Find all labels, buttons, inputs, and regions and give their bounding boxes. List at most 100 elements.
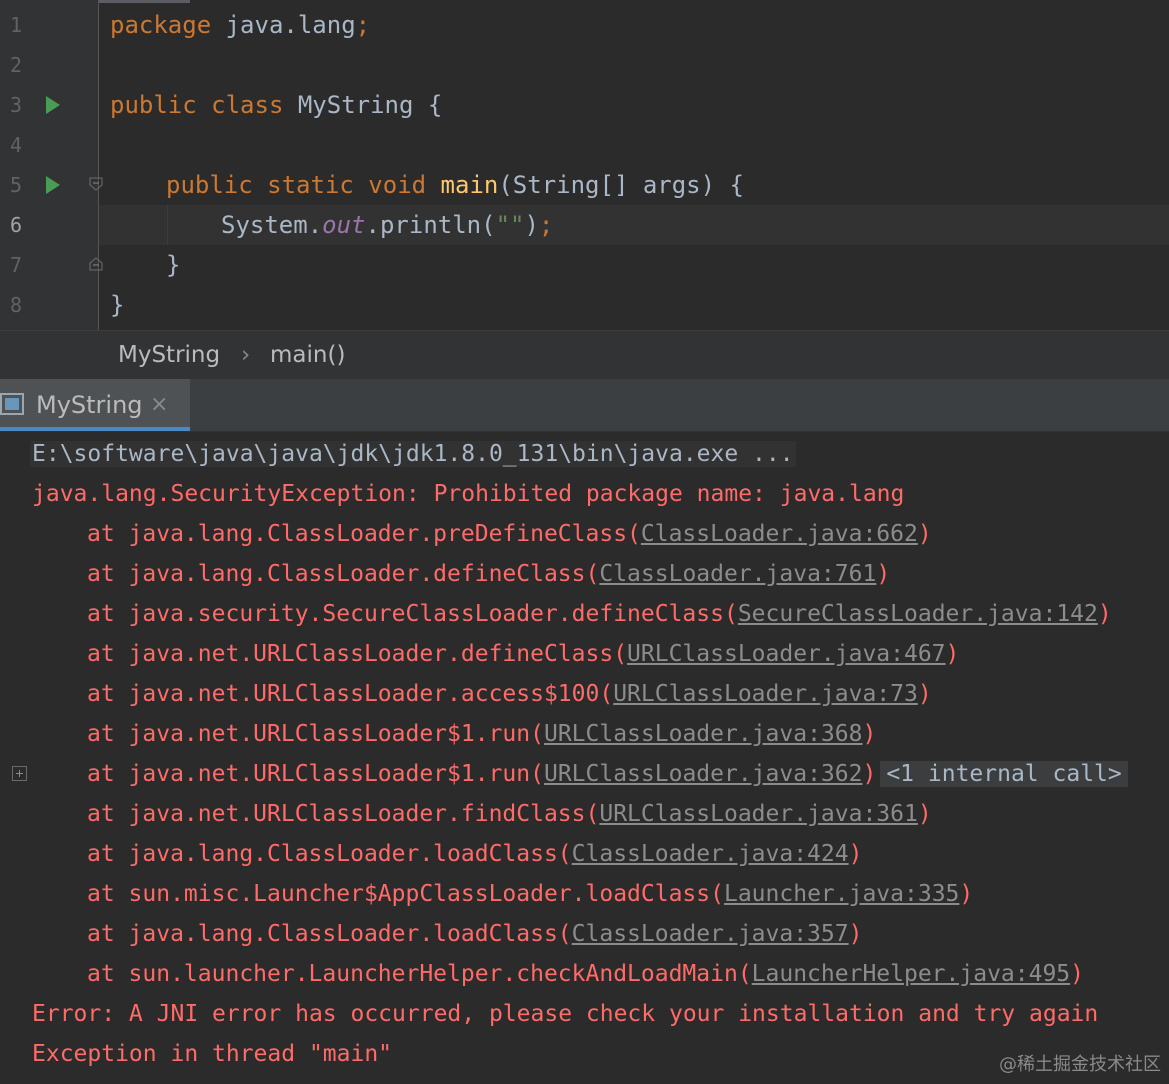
gutter-line: 4 [0,125,98,165]
semicolon: ; [355,11,371,39]
run-main-icon[interactable] [46,176,60,194]
gutter-line: 2 [0,45,98,85]
stack-frame: at sun.launcher.LauncherHelper.checkAndL… [87,954,1084,994]
fold-end-icon[interactable] [89,257,103,271]
line-number: 5 [10,173,23,197]
source-link[interactable]: URLClassLoader.java:368 [544,721,863,747]
stack-frame: at java.security.SecureClassLoader.defin… [87,594,1112,634]
source-link[interactable]: ClassLoader.java:662 [641,521,918,547]
stack-frame: at java.net.URLClassLoader.access$100(UR… [87,674,932,714]
command-line: E:\software\java\java\jdk\jdk1.8.0_131\b… [30,434,796,474]
method-name: main [440,171,499,199]
source-link[interactable]: URLClassLoader.java:361 [599,801,918,827]
source-link[interactable]: ClassLoader.java:357 [572,921,849,947]
stack-frame: at java.lang.ClassLoader.preDefineClass(… [87,514,932,554]
code-text: } [110,291,125,319]
code-line-6[interactable]: System.out.println(""); [221,205,553,245]
frame-text: at sun.misc.Launcher$AppClassLoader.load… [87,881,724,907]
stack-frame: at java.lang.ClassLoader.loadClass(Class… [87,914,862,954]
source-link[interactable]: URLClassLoader.java:73 [613,681,918,707]
stack-frame: at java.net.URLClassLoader.findClass(URL… [87,794,932,834]
keyword: public static void [166,171,427,199]
semicolon: ; [538,211,554,239]
code-line-3[interactable]: public class MyString { [110,85,442,125]
gutter-line: 8 [0,285,98,325]
frame-end: ) [917,681,932,707]
code-text: ) [524,211,539,239]
gutter-line: 7 [0,245,103,285]
run-class-icon[interactable] [46,96,60,114]
frame-text: at java.net.URLClassLoader.access$100( [87,681,614,707]
code-text: java.lang [211,11,356,39]
gutter-line: 6 [0,205,98,245]
frame-end: ) [862,761,877,787]
run-tool-window-header: MyString × [0,379,1169,432]
frame-text: at java.lang.ClassLoader.defineClass( [87,561,600,587]
breadcrumb: MyString › main() [0,330,1169,379]
code-text: .println( [365,211,496,239]
stack-frame: at sun.misc.Launcher$AppClassLoader.load… [87,874,973,914]
code-text: } [166,251,181,279]
close-icon[interactable]: × [150,379,168,431]
frame-end: ) [848,841,863,867]
jni-error-message: Error: A JNI error has occurred, please … [32,1001,1099,1027]
frame-end: ) [959,881,974,907]
static-field: out [322,211,366,239]
code-text: System. [221,211,323,239]
breadcrumb-method[interactable]: main() [270,331,345,379]
breadcrumb-separator: › [241,342,251,368]
source-link[interactable]: SecureClassLoader.java:142 [738,601,1098,627]
code-text: (String[] args) { [498,171,744,199]
run-tab-label: MyString [36,391,143,419]
frame-text: at java.net.URLClassLoader$1.run( [87,761,544,787]
frame-end: ) [917,801,932,827]
frame-text: at java.net.URLClassLoader.defineClass( [87,641,628,667]
code-line-1[interactable]: package java.lang; [110,5,370,45]
source-link[interactable]: ClassLoader.java:761 [599,561,876,587]
code-line-7[interactable]: } [166,245,180,285]
frame-end: ) [917,521,932,547]
frame-end: ) [945,641,960,667]
active-tab-underline [0,427,190,431]
expand-internal-calls-icon[interactable] [12,766,27,781]
internal-call-fold[interactable]: <1 internal call> [880,761,1128,787]
thread-exception-message: Exception in thread "main" [32,1041,393,1067]
source-link[interactable]: Launcher.java:335 [724,881,959,907]
frame-end: ) [1097,601,1112,627]
frame-end: ) [862,721,877,747]
code-editor[interactable]: 1 2 3 4 5 6 7 8 package java.lang; publi… [0,0,1169,330]
code-line-5[interactable]: public static void main(String[] args) { [166,165,744,205]
frame-end: ) [848,921,863,947]
frame-text: at java.security.SecureClassLoader.defin… [87,601,738,627]
stack-frame: at java.net.URLClassLoader.defineClass(U… [87,634,959,674]
line-number: 2 [10,53,23,77]
source-link[interactable]: URLClassLoader.java:362 [544,761,863,787]
frame-text: at java.lang.ClassLoader.loadClass( [87,841,572,867]
command-text: E:\software\java\java\jdk\jdk1.8.0_131\b… [30,441,796,467]
exception-message: java.lang.SecurityException: Prohibited … [32,481,905,507]
line-number: 4 [10,133,23,157]
run-tab[interactable]: MyString × [0,379,190,431]
frame-text: at java.lang.ClassLoader.loadClass( [87,921,572,947]
watermark: @稀土掘金技术社区 [999,1054,1161,1075]
indent-guide [167,205,168,245]
keyword: package [110,11,212,39]
line-number: 3 [10,93,23,117]
fold-collapse-icon[interactable] [89,177,103,191]
breadcrumb-class[interactable]: MyString [118,331,220,379]
source-link[interactable]: URLClassLoader.java:467 [627,641,946,667]
frame-text: at sun.launcher.LauncherHelper.checkAndL… [87,961,752,987]
gutter-line: 1 [0,5,98,45]
console-output[interactable]: E:\software\java\java\jdk\jdk1.8.0_131\b… [0,432,1169,1084]
source-link[interactable]: ClassLoader.java:424 [572,841,849,867]
editor-gutter: 1 2 3 4 5 6 7 8 [0,0,103,330]
frame-text: at java.net.URLClassLoader$1.run( [87,721,544,747]
keyword: public class [110,91,284,119]
source-link[interactable]: LauncherHelper.java:495 [752,961,1071,987]
frame-text: at java.net.URLClassLoader.findClass( [87,801,600,827]
stack-frame: at java.net.URLClassLoader$1.run(URLClas… [87,714,876,754]
gutter-line: 3 [0,85,98,125]
code-line-8[interactable]: } [110,285,124,325]
line-number: 7 [10,253,23,277]
